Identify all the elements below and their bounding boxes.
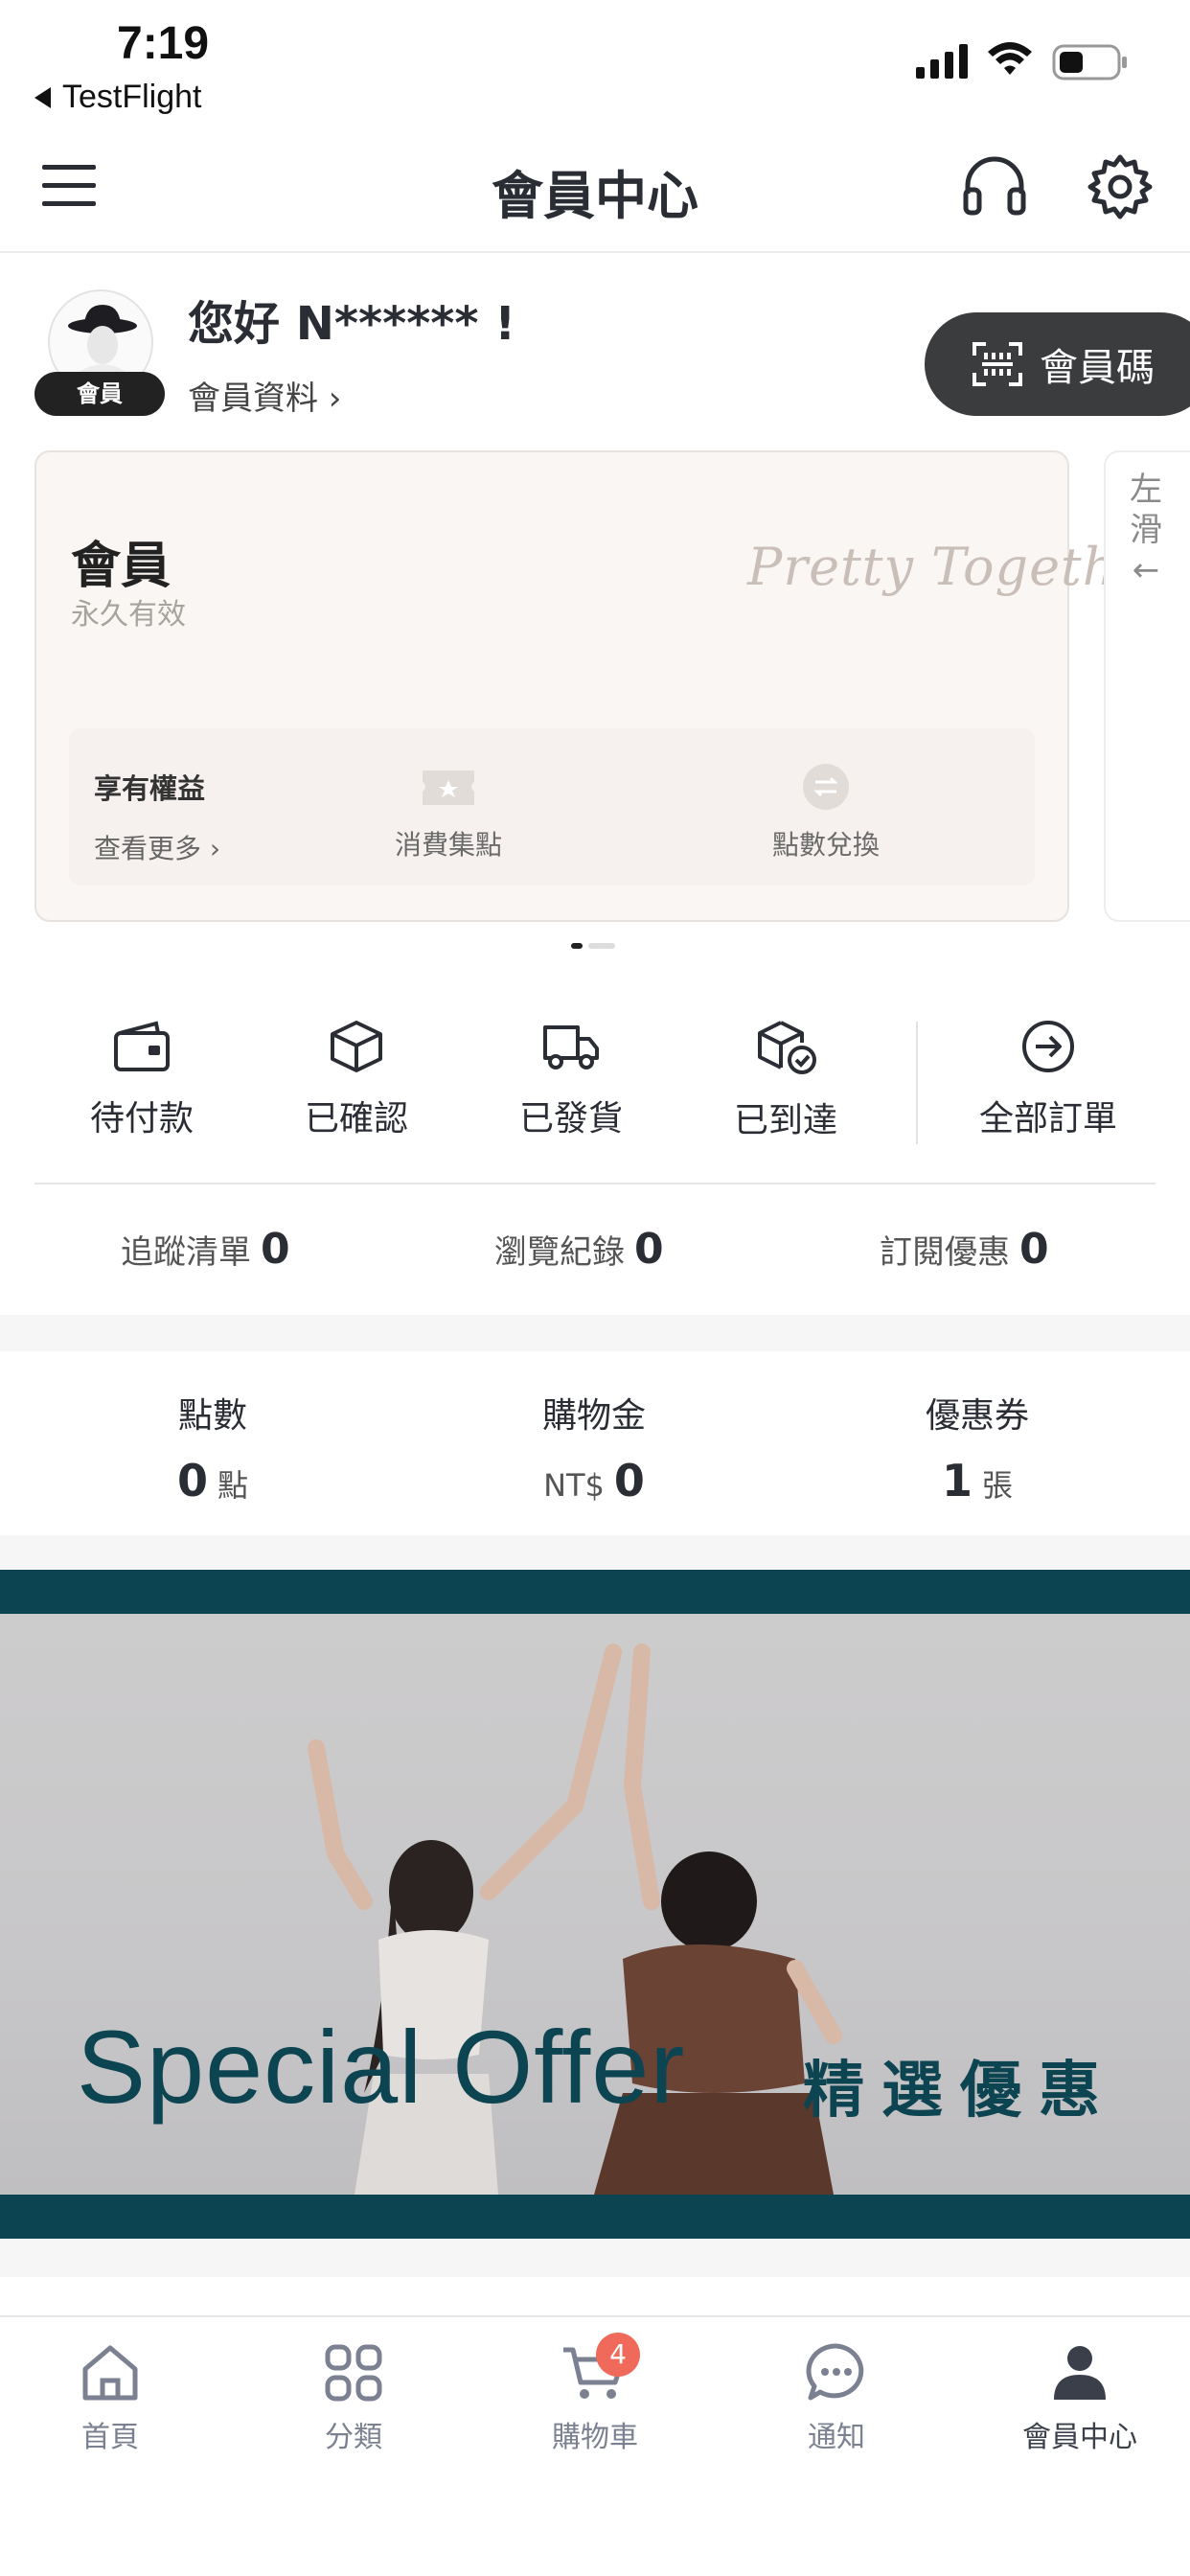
banner-top-stripe: [0, 1570, 1190, 1614]
wallet-shopping-credit[interactable]: 購物金 NT$ 0: [441, 1388, 747, 1506]
settings-gear-icon[interactable]: [1087, 153, 1154, 220]
member-profile-link[interactable]: 會員資料 ›: [188, 372, 341, 419]
orders-separator: [916, 1022, 918, 1144]
card-validity: 永久有效: [71, 598, 186, 632]
wallet-points[interactable]: 點數 0點: [59, 1388, 366, 1506]
benefit-label: 點數兌換: [771, 829, 880, 861]
exchange-icon: [711, 763, 941, 811]
tab-home[interactable]: 首頁: [10, 2342, 211, 2455]
status-time: 7:19: [117, 18, 210, 69]
tab-member-center[interactable]: 會員中心: [979, 2342, 1180, 2455]
greeting: 您好 N****** !: [188, 297, 516, 351]
banner-title-en: Special Offer: [77, 2009, 686, 2125]
order-label: 已發貨: [518, 1099, 623, 1138]
stat-value: 0: [634, 1225, 664, 1274]
wallet-prefix: NT$: [543, 1467, 605, 1504]
person-icon: [1054, 2346, 1106, 2400]
section-gap: [0, 1535, 1190, 1570]
order-pending-payment[interactable]: 待付款: [46, 1020, 238, 1140]
tab-label: 會員中心: [1022, 2421, 1137, 2454]
carousel-dots: [571, 943, 615, 949]
arrow-circle-icon: [1022, 1021, 1074, 1072]
tab-label: 購物車: [552, 2421, 638, 2454]
wallet-value: 1: [941, 1455, 973, 1506]
order-all[interactable]: 全部訂單: [952, 1020, 1144, 1140]
card-level: 會員: [71, 538, 172, 595]
box-icon: [331, 1021, 382, 1072]
battery-icon: [1052, 44, 1129, 80]
headset-icon[interactable]: [962, 155, 1027, 217]
chat-icon: [806, 2343, 864, 2401]
tab-label: 首頁: [81, 2421, 139, 2454]
section-gap: [0, 1315, 1190, 1351]
tab-label: 通知: [808, 2421, 865, 2454]
ticket-star-icon: [333, 763, 563, 811]
stat-subscriptions[interactable]: 訂閱優惠 0: [880, 1225, 1049, 1274]
order-label: 已確認: [304, 1099, 408, 1138]
orders-divider: [34, 1183, 1156, 1184]
stat-label: 訂閱優惠: [880, 1233, 1010, 1272]
benefits-more-link[interactable]: 查看更多 ›: [94, 828, 220, 866]
order-confirmed[interactable]: 已確認: [261, 1020, 452, 1140]
signal-icon: [916, 44, 970, 79]
member-code-label: 會員碼: [1040, 346, 1155, 390]
stat-label: 瀏覽紀錄: [494, 1233, 625, 1272]
tab-categories[interactable]: 分類: [253, 2342, 454, 2455]
wallet-label: 優惠券: [925, 1396, 1029, 1436]
wallet-icon: [114, 1021, 170, 1071]
tab-notifications[interactable]: 通知: [736, 2342, 937, 2455]
back-app-label: TestFlight: [62, 79, 202, 115]
banner-bottom-stripe: [0, 2195, 1190, 2239]
benefit-points-collect[interactable]: 消費集點: [333, 763, 563, 862]
order-label: 待付款: [89, 1099, 194, 1138]
order-label: 全部訂單: [978, 1099, 1117, 1138]
wallet-label: 點數: [177, 1396, 247, 1436]
header-divider: [0, 251, 1190, 253]
swipe-left-hint: 左滑←: [1130, 471, 1162, 589]
benefit-label: 消費集點: [394, 829, 502, 861]
tab-label: 分類: [325, 2421, 382, 2454]
section-gap: [0, 2239, 1190, 2277]
stat-value: 0: [1019, 1225, 1049, 1274]
wallet-label: 購物金: [541, 1396, 646, 1436]
grid-icon: [325, 2344, 382, 2402]
dot-active: [571, 943, 583, 949]
wallet-value: 0: [613, 1455, 645, 1506]
tab-cart[interactable]: 購物車: [494, 2342, 696, 2455]
benefits-title: 享有權益: [94, 772, 206, 805]
box-check-icon: [758, 1021, 816, 1074]
banner-title-zh: 精選優惠: [803, 2056, 1117, 2127]
back-arrow-icon: [34, 86, 51, 108]
stat-value: 0: [261, 1225, 290, 1274]
truck-icon: [543, 1025, 599, 1070]
dot: [588, 943, 615, 949]
stat-watchlist[interactable]: 追蹤清單 0: [121, 1225, 290, 1274]
cart-count-badge: 4: [596, 2333, 640, 2377]
stat-label: 追蹤清單: [121, 1233, 251, 1272]
qr-scan-icon: [973, 342, 1022, 386]
wifi-icon: [987, 42, 1033, 79]
order-shipped[interactable]: 已發貨: [475, 1020, 667, 1140]
order-arrived[interactable]: 已到達: [690, 1020, 881, 1142]
wallet-unit: 張: [982, 1467, 1014, 1504]
stat-history[interactable]: 瀏覽紀錄 0: [494, 1225, 664, 1274]
back-to-testflight[interactable]: TestFlight: [34, 79, 202, 116]
member-level-badge: 會員: [34, 372, 165, 416]
wallet-unit: 點: [217, 1467, 249, 1504]
order-label: 已到達: [733, 1101, 837, 1140]
wallet-value: 0: [176, 1455, 208, 1506]
wallet-coupons[interactable]: 優惠券 1張: [824, 1388, 1131, 1506]
benefit-points-redeem[interactable]: 點數兌換: [711, 763, 941, 862]
home-icon: [82, 2345, 138, 2401]
member-code-button[interactable]: 會員碼: [925, 312, 1190, 416]
